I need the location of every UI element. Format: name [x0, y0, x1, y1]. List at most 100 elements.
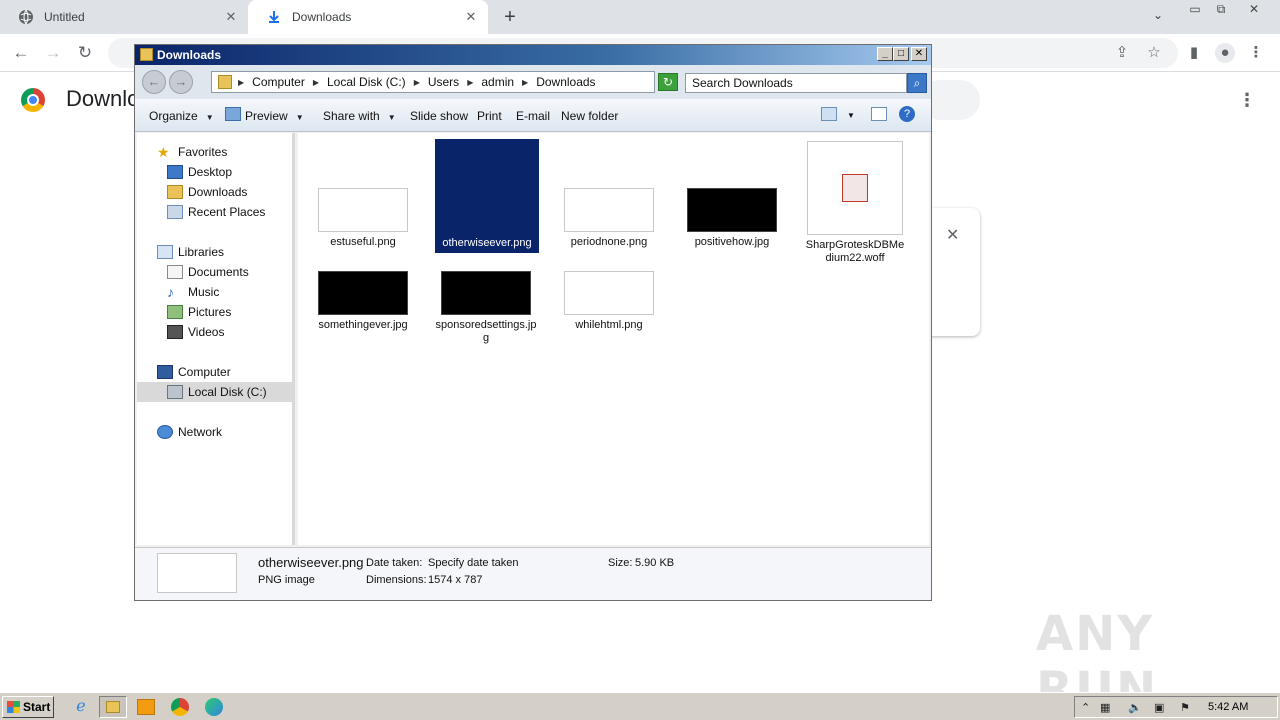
refresh-icon[interactable]: ↻: [658, 73, 678, 91]
file-item[interactable]: SharpGroteskDBMedium22.woff: [803, 141, 907, 265]
clock[interactable]: 5:42 AM: [1208, 701, 1248, 713]
nav-documents[interactable]: Documents: [167, 263, 249, 281]
new-folder-button[interactable]: New folder: [561, 109, 618, 123]
display-icon[interactable]: ▣: [1154, 701, 1164, 714]
chevron-up-icon[interactable]: ⌃: [1081, 701, 1090, 714]
breadcrumb-downloads[interactable]: Downloads: [536, 75, 595, 89]
search-input[interactable]: Search Downloads: [685, 73, 907, 93]
computer-icon: [157, 365, 173, 379]
tab-downloads[interactable]: Downloads ✕: [248, 0, 488, 34]
details-filename: otherwiseever.png: [258, 555, 364, 570]
forward-icon[interactable]: →: [42, 42, 64, 64]
preview-button[interactable]: Preview ▼: [245, 109, 304, 123]
file-name: sponsoredsettings.jpg: [435, 319, 537, 344]
desktop-icon: [167, 165, 183, 179]
file-item[interactable]: estuseful.png: [311, 188, 415, 249]
network-tray-icon[interactable]: ▦: [1100, 701, 1110, 714]
breadcrumb[interactable]: ▶ Computer ▶ Local Disk (C:) ▶ Users ▶ a…: [211, 71, 721, 93]
share-with-button[interactable]: Share with ▼: [323, 109, 396, 123]
breadcrumb-computer[interactable]: Computer: [252, 75, 305, 89]
view-icon[interactable]: [821, 107, 837, 121]
file-item[interactable]: sponsoredsettings.jpg: [434, 271, 538, 345]
nav-label: Network: [178, 425, 223, 439]
share-icon[interactable]: ⇪: [1112, 43, 1132, 63]
nav-pictures[interactable]: Pictures: [167, 303, 231, 321]
menu-kebab-icon[interactable]: ⋮: [1238, 90, 1256, 111]
breadcrumb-users[interactable]: Users: [428, 75, 459, 89]
minimize-icon[interactable]: ▭: [1186, 2, 1204, 16]
explorer-taskbar-button[interactable]: [99, 696, 127, 718]
taskbar: Start ℯ ⌃ ▦ 🔈 ▣ ⚑ 5:42 AM: [0, 692, 1280, 720]
restore-icon[interactable]: ⧉: [1212, 2, 1230, 16]
profile-icon[interactable]: ●: [1215, 43, 1235, 63]
back-icon[interactable]: ←: [10, 42, 32, 64]
videos-icon: [167, 325, 183, 339]
image-thumbnail: [318, 271, 408, 315]
email-button[interactable]: E-mail: [516, 109, 550, 123]
nav-recent-places[interactable]: Recent Places: [167, 203, 265, 221]
new-tab-button[interactable]: +: [500, 7, 520, 27]
reload-icon[interactable]: ↻: [74, 42, 96, 64]
nav-label: Recent Places: [188, 205, 266, 219]
start-button[interactable]: Start: [2, 696, 54, 718]
breadcrumb-local-disk[interactable]: Local Disk (C:): [327, 75, 406, 89]
close-icon[interactable]: ✕: [946, 225, 959, 245]
forward-icon[interactable]: →: [169, 70, 193, 94]
details-date-value[interactable]: Specify date taken: [428, 557, 519, 569]
image-thumbnail: [687, 188, 777, 232]
close-window-icon[interactable]: ✕: [1245, 2, 1263, 16]
maximize-icon[interactable]: □: [893, 47, 909, 61]
download-icon: [266, 9, 282, 25]
library-icon: [157, 245, 173, 259]
menu-kebab-icon[interactable]: ⋮: [1246, 43, 1266, 63]
close-icon[interactable]: ✕: [911, 47, 927, 61]
chrome-icon[interactable]: [171, 698, 189, 716]
font-badge-icon: [842, 174, 868, 202]
close-tab-icon[interactable]: ✕: [464, 10, 478, 24]
help-icon[interactable]: ?: [899, 106, 915, 122]
nav-videos[interactable]: Videos: [167, 323, 224, 341]
internet-explorer-icon[interactable]: ℯ: [70, 698, 92, 716]
minimize-icon[interactable]: _: [877, 47, 893, 61]
nav-label: Local Disk (C:): [188, 385, 267, 399]
file-item-selected[interactable]: otherwiseever.png: [435, 139, 539, 253]
organize-button[interactable]: Organize ▼: [149, 109, 214, 123]
nav-music[interactable]: ♪ Music: [167, 283, 219, 301]
nav-label: Libraries: [178, 245, 225, 259]
nav-local-disk[interactable]: Local Disk (C:): [137, 382, 292, 402]
tab-strip: Untitled ✕ Downloads ✕ + ⌄ ▭ ⧉ ✕: [0, 0, 1280, 34]
explorer-titlebar[interactable]: Downloads _ □ ✕: [135, 45, 931, 65]
close-tab-icon[interactable]: ✕: [224, 10, 238, 24]
file-item[interactable]: somethingever.jpg: [311, 271, 415, 332]
organize-label: Organize: [149, 109, 198, 123]
search-icon[interactable]: ⌕: [907, 73, 927, 93]
bookmark-star-icon[interactable]: ☆: [1144, 43, 1164, 63]
image-thumbnail: [564, 188, 654, 232]
edge-icon[interactable]: [205, 698, 223, 716]
back-icon[interactable]: ←: [142, 70, 166, 94]
nav-favorites[interactable]: ★ Favorites: [157, 143, 227, 161]
file-item[interactable]: periodnone.png: [557, 188, 661, 249]
file-name: periodnone.png: [570, 236, 648, 248]
breadcrumb-admin[interactable]: admin: [481, 75, 514, 89]
media-player-icon[interactable]: [137, 699, 155, 715]
chevron-down-icon[interactable]: ▼: [847, 111, 855, 120]
nav-computer[interactable]: Computer: [157, 363, 231, 381]
documents-icon: [167, 265, 183, 279]
chevron-right-icon: ▶: [467, 77, 474, 87]
folder-icon: [106, 701, 120, 713]
side-panel-icon[interactable]: ▮: [1184, 43, 1204, 63]
preview-pane-icon[interactable]: [871, 107, 887, 121]
print-button[interactable]: Print: [477, 109, 502, 123]
tab-untitled[interactable]: Untitled ✕: [0, 0, 248, 34]
nav-downloads[interactable]: Downloads: [167, 183, 247, 201]
file-item[interactable]: positivehow.jpg: [680, 188, 784, 249]
nav-network[interactable]: Network: [157, 423, 222, 441]
slide-show-button[interactable]: Slide show: [410, 109, 468, 123]
file-item[interactable]: whilehtml.png: [557, 271, 661, 332]
flag-icon[interactable]: ⚑: [1180, 701, 1190, 714]
volume-icon[interactable]: 🔈: [1128, 701, 1142, 714]
nav-desktop[interactable]: Desktop: [167, 163, 232, 181]
chevron-down-icon[interactable]: ⌄: [1153, 8, 1163, 22]
nav-libraries[interactable]: Libraries: [157, 243, 224, 261]
